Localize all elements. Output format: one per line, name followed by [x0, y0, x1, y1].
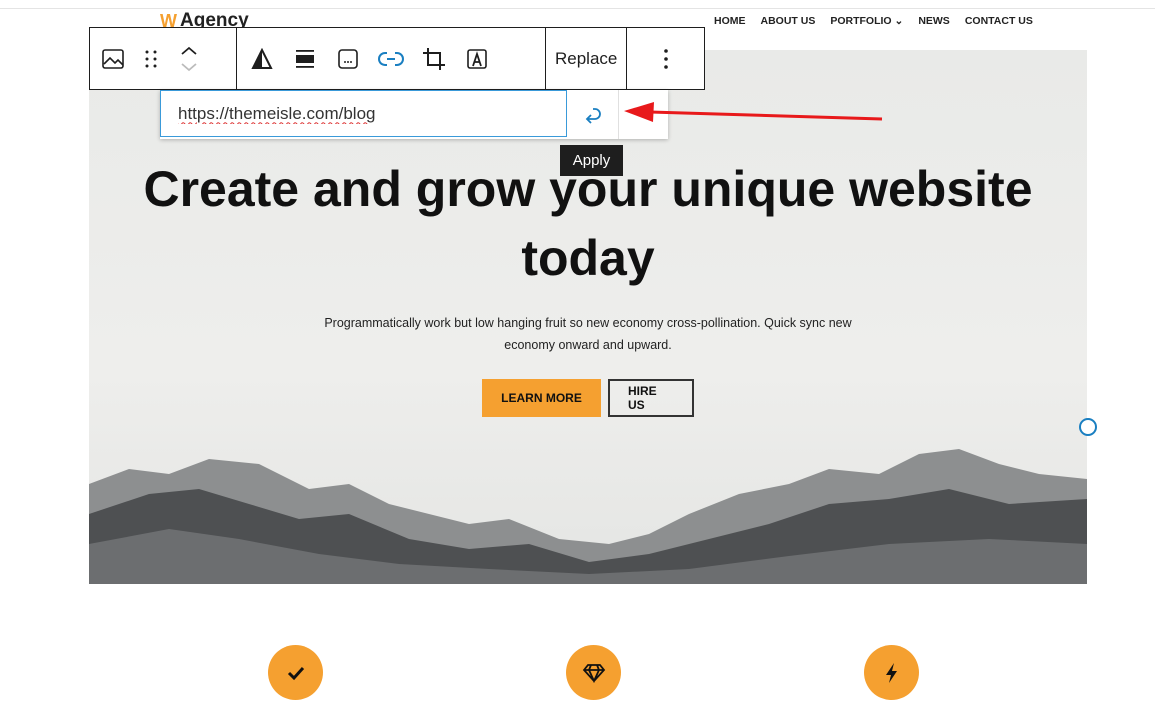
- check-icon: [268, 645, 323, 700]
- bolt-icon: [864, 645, 919, 700]
- mountains-image: [89, 449, 1087, 584]
- resize-handle[interactable]: [1079, 418, 1097, 436]
- hire-us-button[interactable]: HIRE US: [608, 379, 694, 417]
- learn-more-button[interactable]: LEARN MORE: [482, 379, 601, 417]
- red-arrow-annotation: [624, 102, 883, 122]
- diamond-icon: [566, 645, 621, 700]
- hero-subtitle: Programmatically work but low hanging fr…: [324, 316, 852, 352]
